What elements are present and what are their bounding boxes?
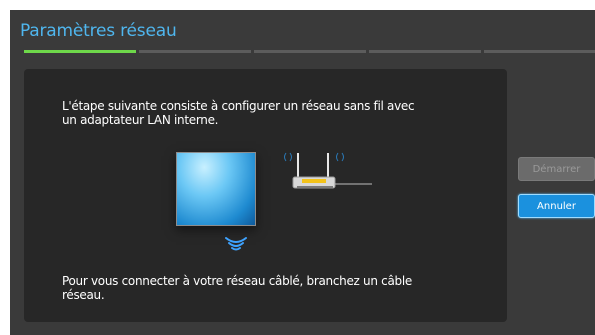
- cancel-button[interactable]: Annuler: [518, 194, 595, 218]
- wired-hint-text: Pour vous connecter à votre réseau câblé…: [62, 274, 412, 302]
- content-panel: L'étape suivante consiste à configurer u…: [24, 69, 507, 322]
- tv-icon: [176, 152, 256, 226]
- progress-step-2: [139, 50, 251, 53]
- router-icon: [284, 152, 372, 189]
- intro-text: L'étape suivante consiste à configurer u…: [62, 99, 415, 127]
- progress-step-4: [369, 50, 481, 53]
- network-settings-dialog: Paramètres réseau L'étape suivante consi…: [10, 10, 595, 335]
- progress-bar: [24, 50, 595, 53]
- progress-step-1: [24, 50, 136, 53]
- start-button[interactable]: Démarrer: [518, 157, 595, 181]
- progress-step-3: [254, 50, 366, 53]
- progress-step-5: [484, 50, 595, 53]
- dialog-title: Paramètres réseau: [20, 21, 177, 41]
- wifi-signal-icon: [225, 237, 247, 251]
